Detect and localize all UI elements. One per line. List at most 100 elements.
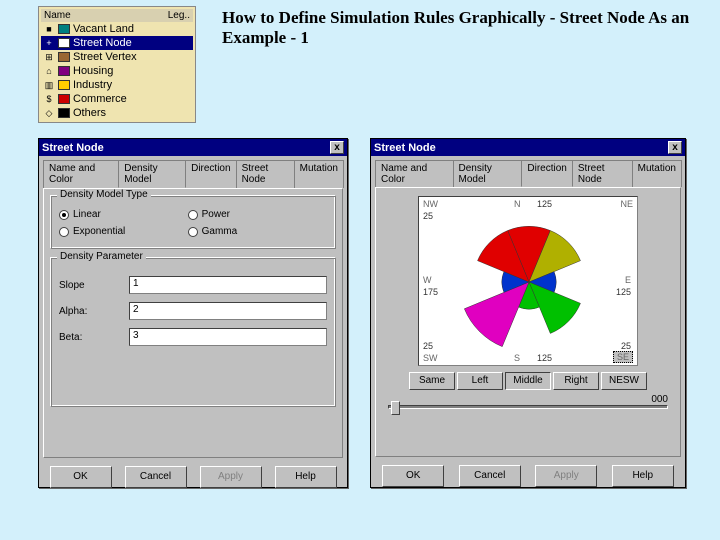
tab-density-model[interactable]: Density Model: [118, 160, 186, 188]
legend-swatch-icon: [58, 52, 70, 62]
legend-item-0[interactable]: ■ Vacant Land: [41, 22, 193, 36]
tab-direction[interactable]: Direction: [521, 160, 572, 187]
legend-item-label: Vacant Land: [73, 23, 134, 35]
dir-label-nw: NW: [423, 199, 438, 209]
legend-item-label: Street Vertex: [73, 51, 137, 63]
legend-item-label: Street Node: [73, 37, 132, 49]
dir-val-w: 175: [423, 287, 438, 297]
dir-val-sw: 25: [423, 341, 433, 351]
radio-label: Gamma: [202, 226, 238, 237]
cancel-button[interactable]: Cancel: [125, 466, 187, 488]
dir-val-se: 25: [621, 341, 631, 351]
legend-header: Name Leg..: [41, 9, 193, 22]
group-title-param: Density Parameter: [57, 251, 146, 262]
field-row-slope: Slope1: [59, 276, 327, 294]
titlebar-right[interactable]: Street Node x: [371, 139, 685, 156]
group-density-param: Density Parameter Slope1Alpha:2Beta:3: [50, 257, 336, 407]
radio-power[interactable]: Power: [188, 209, 317, 220]
direction-slider[interactable]: [388, 405, 668, 409]
field-label: Slope: [59, 280, 129, 291]
legend-item-label: Commerce: [73, 93, 127, 105]
legend-glyph-icon: ■: [43, 24, 55, 34]
legend-item-5[interactable]: $ Commerce: [41, 92, 193, 106]
legend-glyph-icon: ◇: [43, 108, 55, 119]
legend-item-label: Others: [73, 107, 106, 119]
dir-val-s: 125: [537, 353, 552, 363]
legend-item-label: Industry: [73, 79, 112, 91]
legend-col-leg: Leg..: [168, 10, 190, 21]
field-label: Alpha:: [59, 306, 129, 317]
ok-button[interactable]: OK: [50, 466, 112, 488]
legend-item-1[interactable]: + Street Node: [41, 36, 193, 50]
legend-glyph-icon: +: [43, 38, 55, 48]
field-label: Beta:: [59, 332, 129, 343]
tab-name-and-color[interactable]: Name and Color: [43, 160, 119, 188]
slope-input[interactable]: 1: [129, 276, 327, 294]
apply-button[interactable]: Apply: [200, 466, 262, 488]
dir-label-s: S: [514, 353, 520, 363]
tab-panel-direction: NW N 125 NE 25 W 175 E 125 25 SW S 125 2…: [375, 187, 681, 457]
dir-label-e: E: [625, 275, 631, 285]
radio-gamma[interactable]: Gamma: [188, 226, 317, 237]
help-button[interactable]: Help: [612, 465, 674, 487]
legend-glyph-icon: ⊞: [43, 52, 55, 63]
field-row-alpha: Alpha:2: [59, 302, 327, 320]
pie-wedge-sw[interactable]: [464, 282, 529, 347]
dir-mode-nesw[interactable]: NESW: [601, 372, 647, 390]
tab-direction[interactable]: Direction: [185, 160, 236, 188]
beta-input[interactable]: 3: [129, 328, 327, 346]
tab-mutation[interactable]: Mutation: [294, 160, 344, 188]
dir-val-e: 125: [616, 287, 631, 297]
legend-swatch-icon: [58, 38, 70, 48]
legend-item-6[interactable]: ◇ Others: [41, 106, 193, 120]
radio-exponential[interactable]: Exponential: [59, 226, 188, 237]
tab-street-node[interactable]: Street Node: [572, 160, 633, 187]
radio-linear[interactable]: Linear: [59, 209, 188, 220]
dir-label-w: W: [423, 275, 432, 285]
legend-glyph-icon: $: [43, 94, 55, 104]
button-bar-left: OK Cancel Apply Help: [39, 458, 347, 496]
radio-dot-icon: [59, 227, 69, 237]
slider-thumb-icon[interactable]: [391, 401, 400, 415]
radio-label: Power: [202, 209, 230, 220]
tab-name-and-color[interactable]: Name and Color: [375, 160, 454, 187]
cancel-button[interactable]: Cancel: [459, 465, 521, 487]
dir-label-ne: NE: [620, 199, 633, 209]
window-direction: Street Node x Name and ColorDensity Mode…: [370, 138, 686, 488]
button-bar-right: OK Cancel Apply Help: [371, 457, 685, 495]
radio-label: Exponential: [73, 226, 125, 237]
legend-panel: Name Leg.. ■ Vacant Land + Street Node ⊞ Stre…: [38, 6, 196, 123]
ok-button[interactable]: OK: [382, 465, 444, 487]
radio-dot-icon: [59, 210, 69, 220]
legend-item-4[interactable]: ▥ Industry: [41, 78, 193, 92]
close-icon[interactable]: x: [330, 141, 344, 154]
alpha-input[interactable]: 2: [129, 302, 327, 320]
direction-pie-icon: [459, 202, 599, 362]
legend-col-name: Name: [44, 10, 71, 21]
legend-item-label: Housing: [73, 65, 113, 77]
slider-area: 000: [388, 394, 668, 409]
tab-density-model[interactable]: Density Model: [453, 160, 523, 187]
dir-mode-same[interactable]: Same: [409, 372, 455, 390]
legend-item-2[interactable]: ⊞ Street Vertex: [41, 50, 193, 64]
close-icon[interactable]: x: [668, 141, 682, 154]
dir-mode-right[interactable]: Right: [553, 372, 599, 390]
legend-swatch-icon: [58, 80, 70, 90]
group-title-type: Density Model Type: [57, 189, 151, 200]
radio-label: Linear: [73, 209, 101, 220]
tab-panel-density: Density Model Type Linear Power Exponentia…: [43, 188, 343, 458]
direction-canvas[interactable]: NW N 125 NE 25 W 175 E 125 25 SW S 125 2…: [418, 196, 638, 366]
titlebar-left[interactable]: Street Node x: [39, 139, 347, 156]
dir-label-n: N: [514, 199, 521, 209]
tab-mutation[interactable]: Mutation: [632, 160, 682, 187]
dir-label-se[interactable]: SE: [613, 351, 633, 363]
legend-glyph-icon: ▥: [43, 80, 55, 91]
dir-mode-middle[interactable]: Middle: [505, 372, 551, 390]
help-button[interactable]: Help: [275, 466, 337, 488]
field-row-beta: Beta:3: [59, 328, 327, 346]
dir-mode-left[interactable]: Left: [457, 372, 503, 390]
tab-street-node[interactable]: Street Node: [236, 160, 295, 188]
apply-button[interactable]: Apply: [535, 465, 597, 487]
legend-swatch-icon: [58, 24, 70, 34]
legend-item-3[interactable]: ⌂Housing: [41, 64, 193, 78]
